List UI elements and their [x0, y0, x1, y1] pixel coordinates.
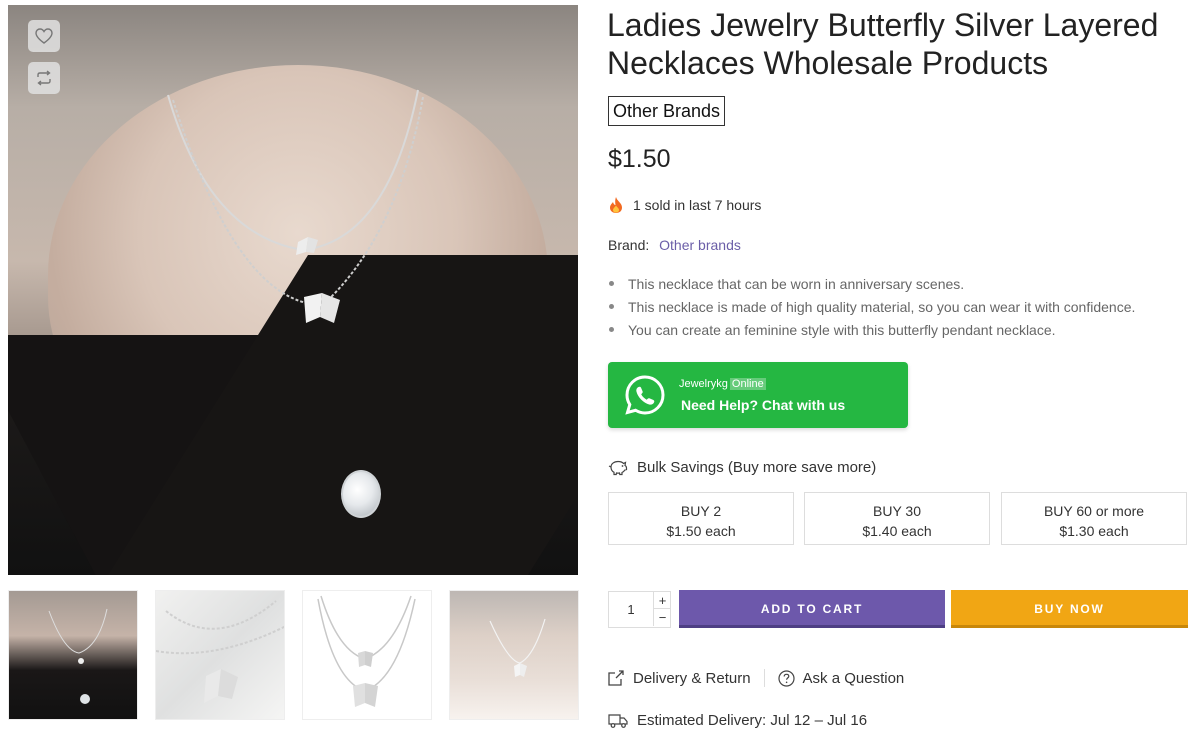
bulk-tier-label: BUY 60 or more: [1043, 503, 1145, 519]
thumbnail-4[interactable]: [449, 590, 579, 720]
bulk-tier-price: $1.40 each: [862, 523, 932, 539]
compare-arrows-icon: [37, 70, 51, 86]
fire-icon: [610, 197, 622, 213]
feature-item: This necklace that can be worn in annive…: [608, 274, 1135, 297]
links-divider: [763, 669, 765, 687]
sweater-button: [341, 470, 381, 518]
add-to-cart-button[interactable]: ADD TO CART: [679, 590, 945, 628]
quantity-input[interactable]: 1: [609, 592, 653, 627]
whatsapp-agent: Jewelrykg Online: [679, 378, 766, 390]
brand-label: Brand:: [608, 237, 650, 253]
feature-item: This necklace is made of high quality ma…: [608, 297, 1135, 320]
delivery-return-link[interactable]: Delivery & Return: [607, 669, 751, 687]
thumbnail-butterfly-closeup: [156, 600, 284, 703]
thumbnail-1[interactable]: [8, 590, 138, 720]
estimated-delivery: Estimated Delivery: Jul 12 – Jul 16: [608, 712, 867, 729]
product-links: Delivery & Return Ask a Question: [607, 669, 904, 687]
ask-question-link[interactable]: Ask a Question: [777, 669, 905, 687]
bulk-tier-label: BUY 30: [873, 503, 921, 519]
sold-text: 1 sold in last 7 hours: [633, 197, 762, 213]
thumbnail-necklace-flat: [317, 595, 416, 707]
heart-icon: [35, 28, 53, 44]
thumbnail-2[interactable]: [155, 590, 285, 720]
wishlist-button[interactable]: [28, 20, 60, 52]
whatsapp-chat-button[interactable]: Jewelrykg Online Need Help? Chat with us: [608, 362, 908, 428]
bulk-tier-price: $1.30 each: [1059, 523, 1129, 539]
compare-button[interactable]: [28, 62, 60, 94]
sold-counter: 1 sold in last 7 hours: [608, 196, 761, 214]
product-price: $1.50: [608, 145, 671, 173]
quantity-decrease-button[interactable]: −: [653, 609, 671, 626]
feature-item: You can create an feminine style with th…: [608, 320, 1135, 343]
product-title: Ladies Jewelry Butterfly Silver Layered …: [607, 7, 1159, 81]
whatsapp-help-text: Need Help? Chat with us: [681, 397, 846, 413]
feature-list: This necklace that can be worn in annive…: [608, 274, 1135, 343]
buy-now-button[interactable]: BUY NOW: [951, 590, 1188, 628]
whatsapp-agent-name: Jewelrykg: [679, 378, 728, 390]
question-circle-icon: [777, 669, 795, 687]
estimated-delivery-text: Estimated Delivery: Jul 12 – Jul 16: [637, 712, 868, 729]
quantity-increase-button[interactable]: +: [653, 592, 671, 609]
bulk-tier-30[interactable]: BUY 30 $1.40 each: [804, 492, 990, 545]
whatsapp-status-badge: Online: [729, 378, 766, 390]
bulk-tier-60[interactable]: BUY 60 or more $1.30 each: [1001, 492, 1187, 545]
vendor-badge[interactable]: Other Brands: [608, 96, 726, 126]
quantity-stepper: 1 + −: [608, 591, 671, 628]
delivery-return-label: Delivery & Return: [633, 669, 751, 687]
bulk-tier-label: BUY 2: [680, 503, 722, 519]
bulk-savings-heading: Bulk Savings (Buy more save more): [608, 458, 876, 476]
brand-link[interactable]: Other brands: [659, 237, 741, 253]
bulk-tier-price: $1.50 each: [666, 523, 736, 539]
brand-row: Brand: Other brands: [608, 237, 741, 253]
thumbnail-model-necklace: [489, 618, 546, 677]
main-product-image[interactable]: [8, 5, 578, 575]
necklace-illustration: [167, 89, 424, 323]
whatsapp-icon: [625, 375, 665, 415]
truck-icon: [608, 713, 628, 728]
thumbnail-3[interactable]: [302, 590, 432, 720]
piggy-bank-icon: [608, 460, 628, 476]
thumbnail-necklace-illustration: [48, 608, 108, 704]
ask-question-label: Ask a Question: [802, 669, 905, 687]
bulk-savings-title: Bulk Savings (Buy more save more): [637, 458, 877, 476]
bulk-tier-2[interactable]: BUY 2 $1.50 each: [608, 492, 794, 545]
share-box-icon: [608, 670, 624, 686]
